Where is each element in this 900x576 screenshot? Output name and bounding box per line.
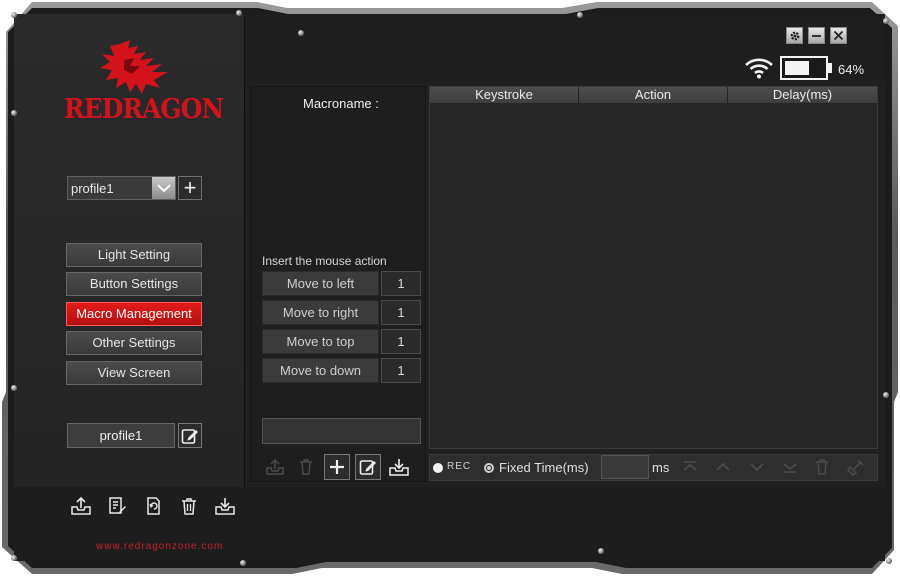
move-top-button[interactable]: Move to top [262,329,379,354]
profile-select-value: profile1 [71,181,114,196]
macro-toolbar [262,454,412,480]
save-macro-button[interactable] [386,454,412,480]
insert-mouse-action-label: Insert the mouse action [262,254,387,268]
column-keystroke: Keystroke [430,87,579,103]
minimize-icon [812,35,821,37]
profile-select[interactable]: profile1 [67,176,176,200]
trash-disabled-icon [300,459,312,475]
rivet [598,548,604,554]
nav-other-settings[interactable]: Other Settings [66,331,202,355]
dragon-logo-icon [100,40,168,94]
rivet [577,12,583,18]
rivet [886,558,892,564]
move-up-button[interactable] [712,457,734,477]
chevron-down-icon[interactable] [152,177,175,199]
plus-icon: + [183,175,197,200]
chevron-up-icon [716,462,730,471]
nav-button-settings[interactable]: Button Settings [66,272,202,296]
move-top-amount[interactable]: 1 [381,329,421,354]
move-down-amount[interactable]: 1 [381,358,421,383]
nav-macro-management[interactable]: Macro Management [66,302,202,326]
rivet [883,392,889,398]
trash-icon [816,459,828,475]
move-to-bottom-button[interactable] [779,457,801,477]
delete-event-button[interactable] [811,457,833,477]
clear-events-button[interactable] [845,457,867,477]
plus-icon [330,460,344,474]
battery-indicator [780,56,832,80]
nav-light-setting[interactable]: Light Setting [66,243,202,267]
rivet [11,555,17,561]
rec-radio[interactable] [433,463,443,473]
download-icon [389,459,409,476]
move-down-button-tool[interactable] [746,457,768,477]
rename-profile-button[interactable] [178,423,202,448]
rivet [236,10,242,16]
broom-icon [847,459,864,476]
move-right-amount[interactable]: 1 [381,300,421,325]
fixed-time-label: Fixed Time(ms) [499,460,589,475]
edit-icon [359,460,376,475]
fixed-time-input[interactable] [601,455,649,479]
chevron-down-icon [750,463,764,472]
add-profile-button[interactable]: + [178,176,202,200]
move-to-top-button[interactable] [679,457,701,477]
rivet [11,385,17,391]
macroname-label: Macroname : [303,96,379,111]
macro-name-input[interactable] [262,418,421,444]
battery-icon [780,56,828,80]
import-disabled-icon [266,458,284,475]
copy-refresh-icon[interactable] [140,494,166,518]
export-icon[interactable] [68,494,94,518]
document-edit-icon[interactable] [104,494,130,518]
double-down-icon [783,463,797,473]
rivet [298,30,304,36]
import-icon[interactable] [212,494,238,518]
battery-level-fill [785,61,810,75]
move-right-button[interactable]: Move to right [262,300,379,325]
column-action: Action [579,87,728,103]
rivet [11,12,17,18]
rec-label: REC [447,461,472,472]
brand-logo-text: REDRAGON [64,94,224,125]
rivet [240,560,246,566]
double-up-icon [683,461,697,471]
battery-percentage: 64% [838,62,865,77]
nav-view-screen[interactable]: View Screen [66,361,202,385]
profile-name-field[interactable]: profile1 [67,423,175,448]
import-macro-button[interactable] [262,454,288,480]
fixed-time-radio[interactable] [484,463,494,473]
website-link[interactable]: www.redragonzone.com [96,541,223,552]
add-macro-button[interactable] [324,454,350,480]
close-button[interactable] [830,27,847,44]
trash-icon[interactable] [176,494,202,518]
wifi-icon [745,58,773,79]
move-left-button[interactable]: Move to left [262,271,379,296]
minimize-button[interactable] [808,27,825,44]
close-icon [833,30,844,41]
battery-terminal [828,63,832,73]
settings-button[interactable] [786,27,803,44]
move-down-button[interactable]: Move to down [262,358,379,383]
column-delay: Delay(ms) [728,87,877,103]
gear-icon [790,31,799,40]
rivet [11,110,17,116]
rivet [883,18,889,24]
ms-unit-label: ms [652,460,670,475]
edit-icon [181,428,198,444]
move-left-amount[interactable]: 1 [381,271,421,296]
macro-events-table[interactable]: Keystroke Action Delay(ms) [429,86,878,449]
delete-macro-button[interactable] [293,454,319,480]
edit-macro-button[interactable] [355,454,381,480]
table-header: Keystroke Action Delay(ms) [430,87,877,103]
profile-file-toolbar [68,494,238,518]
